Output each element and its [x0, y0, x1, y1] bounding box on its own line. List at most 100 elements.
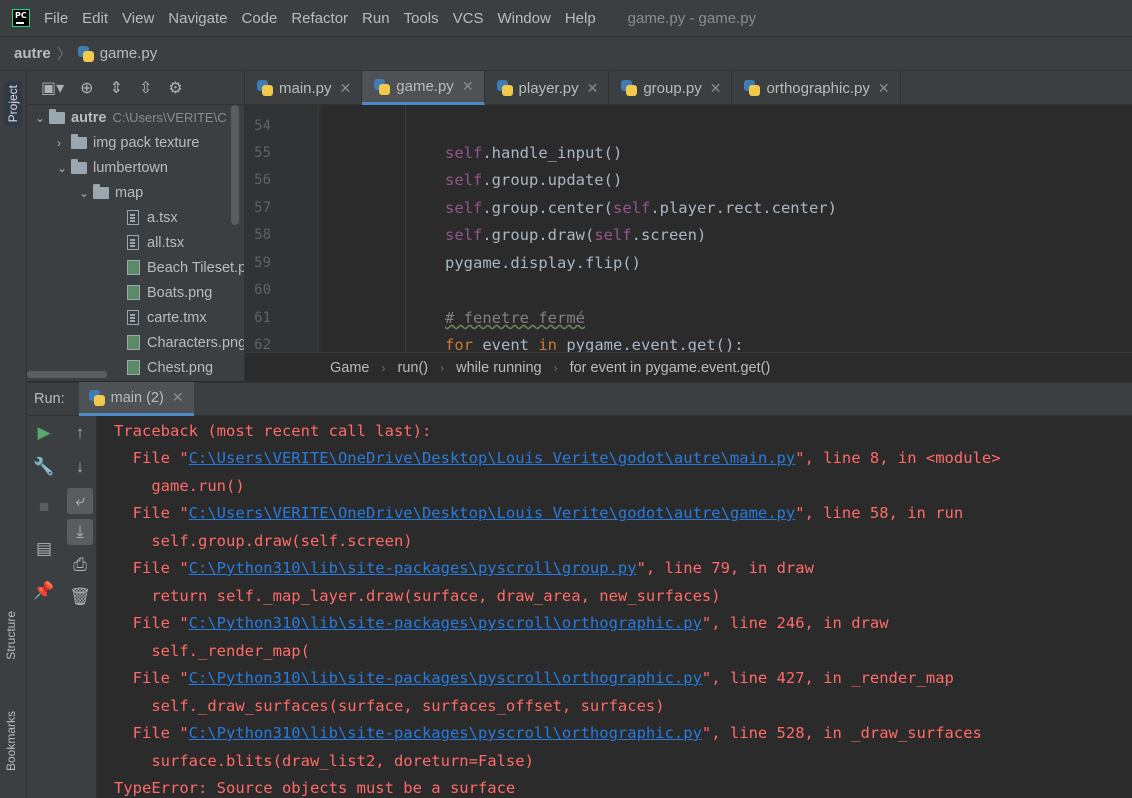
crumb-while-running[interactable]: while running — [456, 360, 541, 376]
arrow-down-icon[interactable]: ↓ — [67, 454, 93, 480]
tree-item-lumbertown[interactable]: ⌄ lumbertown — [57, 155, 168, 180]
file-link[interactable]: C:\Users\VERITE\OneDrive\Desktop\Louis V… — [189, 504, 796, 522]
traceback-code: self.group.draw(self.screen) — [114, 532, 413, 550]
close-icon[interactable]: ✕ — [587, 80, 599, 97]
window-title: game.py - game.py — [627, 9, 757, 27]
menu-edit[interactable]: Edit — [82, 10, 108, 27]
run-console[interactable]: Traceback (most recent call last): File … — [97, 416, 1132, 798]
chevron-down-icon[interactable]: ⌄ — [57, 161, 71, 175]
soft-wrap-icon[interactable]: ⤶ — [67, 488, 93, 514]
layout-icon[interactable]: ▤ — [31, 536, 57, 562]
tab-main-py[interactable]: main.py ✕ — [245, 71, 363, 105]
close-icon[interactable]: ✕ — [462, 78, 474, 95]
tab-group-py[interactable]: group.py ✕ — [609, 71, 733, 105]
stop-icon[interactable]: ■ — [31, 494, 57, 520]
view-mode-icon[interactable]: ▣▾ — [41, 78, 64, 98]
menu-vcs[interactable]: VCS — [453, 10, 484, 27]
tree-item-boats-png[interactable]: Boats.png — [127, 280, 212, 305]
wrench-icon[interactable]: 🔧 — [31, 454, 57, 480]
crumb-game[interactable]: Game — [330, 360, 370, 376]
menu-file[interactable]: File — [44, 10, 68, 27]
locate-file-icon[interactable]: ⊕ — [80, 78, 93, 98]
code-editor[interactable]: 54 55 56 57 58 59 60 61 62 self.handle_i… — [245, 105, 1132, 352]
close-icon[interactable]: ✕ — [340, 80, 352, 97]
line-number: 58 — [254, 227, 271, 243]
chevron-right-icon[interactable]: › — [57, 136, 71, 150]
project-horizontal-scrollbar[interactable] — [27, 371, 107, 378]
trash-icon[interactable]: 🗑 — [67, 584, 93, 610]
breadcrumb-project[interactable]: autre — [14, 45, 51, 62]
file-link[interactable]: C:\Python310\lib\site-packages\pyscroll\… — [189, 559, 637, 577]
python-file-icon — [77, 45, 94, 62]
indent-guide — [317, 105, 318, 352]
arrow-up-icon[interactable]: ↑ — [67, 420, 93, 446]
traceback-code: surface.blits(draw_list2, doreturn=False… — [114, 752, 534, 770]
project-vertical-scrollbar[interactable] — [231, 105, 239, 225]
line-number: 57 — [254, 200, 271, 216]
menu-help[interactable]: Help — [565, 10, 596, 27]
close-icon[interactable]: ✕ — [172, 389, 184, 406]
run-label: Run: — [34, 391, 65, 407]
pycharm-logo-icon[interactable]: PC — [12, 9, 30, 27]
bookmarks-tool-tab[interactable]: Bookmarks — [4, 711, 18, 771]
rerun-icon[interactable]: ▶ — [31, 420, 57, 446]
pin-icon[interactable]: 📌 — [31, 578, 57, 604]
code-line-56: self.group.update() — [445, 171, 623, 189]
navigation-bar: autre 〉 game.py — [0, 36, 1132, 71]
code-line-59: pygame.display.flip() — [445, 254, 641, 272]
line-number: 55 — [254, 145, 271, 161]
traceback-code: self._render_map( — [114, 642, 310, 660]
gear-icon[interactable]: ⚙ — [168, 78, 182, 98]
file-link[interactable]: C:\Python310\lib\site-packages\pyscroll\… — [189, 724, 702, 742]
crumb-run[interactable]: run() — [398, 360, 429, 376]
tree-item-a-tsx[interactable]: a.tsx — [127, 205, 178, 230]
text-file-icon — [127, 235, 139, 250]
menu-code[interactable]: Code — [241, 10, 277, 27]
folder-icon — [71, 133, 87, 149]
indent-guide — [405, 105, 406, 352]
file-link[interactable]: C:\Users\VERITE\OneDrive\Desktop\Louis V… — [189, 449, 796, 467]
tree-item-carte-tmx[interactable]: carte.tmx — [127, 305, 207, 330]
expand-all-icon[interactable]: ⇕ — [110, 78, 123, 98]
structure-tool-tab[interactable]: Structure — [4, 611, 18, 660]
chevron-right-icon: › — [553, 360, 558, 375]
tab-orthographic-py[interactable]: orthographic.py ✕ — [732, 71, 901, 105]
tree-item-characters-png[interactable]: Characters.png — [127, 330, 244, 355]
crumb-for-event[interactable]: for event in pygame.event.get() — [570, 360, 771, 376]
tab-game-py[interactable]: game.py ✕ — [362, 71, 485, 105]
collapse-all-icon[interactable]: ⇳ — [139, 78, 152, 98]
code-line-58: self.group.draw(self.screen) — [445, 226, 707, 244]
line-number: 60 — [254, 282, 271, 298]
menu-navigate[interactable]: Navigate — [168, 10, 227, 27]
tab-player-py[interactable]: player.py ✕ — [485, 71, 610, 105]
menu-run[interactable]: Run — [362, 10, 390, 27]
menu-tools[interactable]: Tools — [404, 10, 439, 27]
file-link[interactable]: C:\Python310\lib\site-packages\pyscroll\… — [189, 614, 702, 632]
menu-window[interactable]: Window — [497, 10, 550, 27]
tree-item-all-tsx[interactable]: all.tsx — [127, 230, 184, 255]
traceback-frame: File "C:\Python310\lib\site-packages\pys… — [114, 724, 982, 742]
image-file-icon — [127, 285, 140, 300]
code-line-57: self.group.center(self.player.rect.cente… — [445, 199, 837, 217]
chevron-down-icon[interactable]: ⌄ — [79, 186, 93, 200]
run-tab-main[interactable]: main (2) ✕ — [78, 382, 194, 416]
print-icon[interactable]: ⎙ — [67, 552, 93, 578]
project-tool-tab[interactable]: Project — [4, 81, 22, 127]
file-link[interactable]: C:\Python310\lib\site-packages\pyscroll\… — [189, 669, 702, 687]
breadcrumb-file[interactable]: game.py — [100, 45, 158, 62]
traceback-frame: File "C:\Python310\lib\site-packages\pys… — [114, 559, 814, 577]
text-file-icon — [127, 310, 139, 325]
close-icon[interactable]: ✕ — [878, 80, 890, 97]
menu-refactor[interactable]: Refactor — [291, 10, 348, 27]
chevron-right-icon: › — [381, 360, 386, 375]
line-number-gutter: 54 55 56 57 58 59 60 61 62 — [245, 105, 321, 352]
scroll-to-end-icon[interactable]: ⤓ — [67, 519, 93, 545]
tree-item-img-pack-texture[interactable]: › img pack texture — [57, 130, 199, 155]
tree-root[interactable]: ⌄ autre C:\Users\VERITE\C — [35, 105, 227, 130]
menu-view[interactable]: View — [122, 10, 154, 27]
tree-item-chest-png[interactable]: Chest.png — [127, 355, 213, 380]
chevron-down-icon[interactable]: ⌄ — [35, 111, 49, 125]
tree-item-beach-tileset[interactable]: Beach Tileset.p — [127, 255, 244, 280]
tree-item-map[interactable]: ⌄ map — [79, 180, 143, 205]
close-icon[interactable]: ✕ — [710, 80, 722, 97]
